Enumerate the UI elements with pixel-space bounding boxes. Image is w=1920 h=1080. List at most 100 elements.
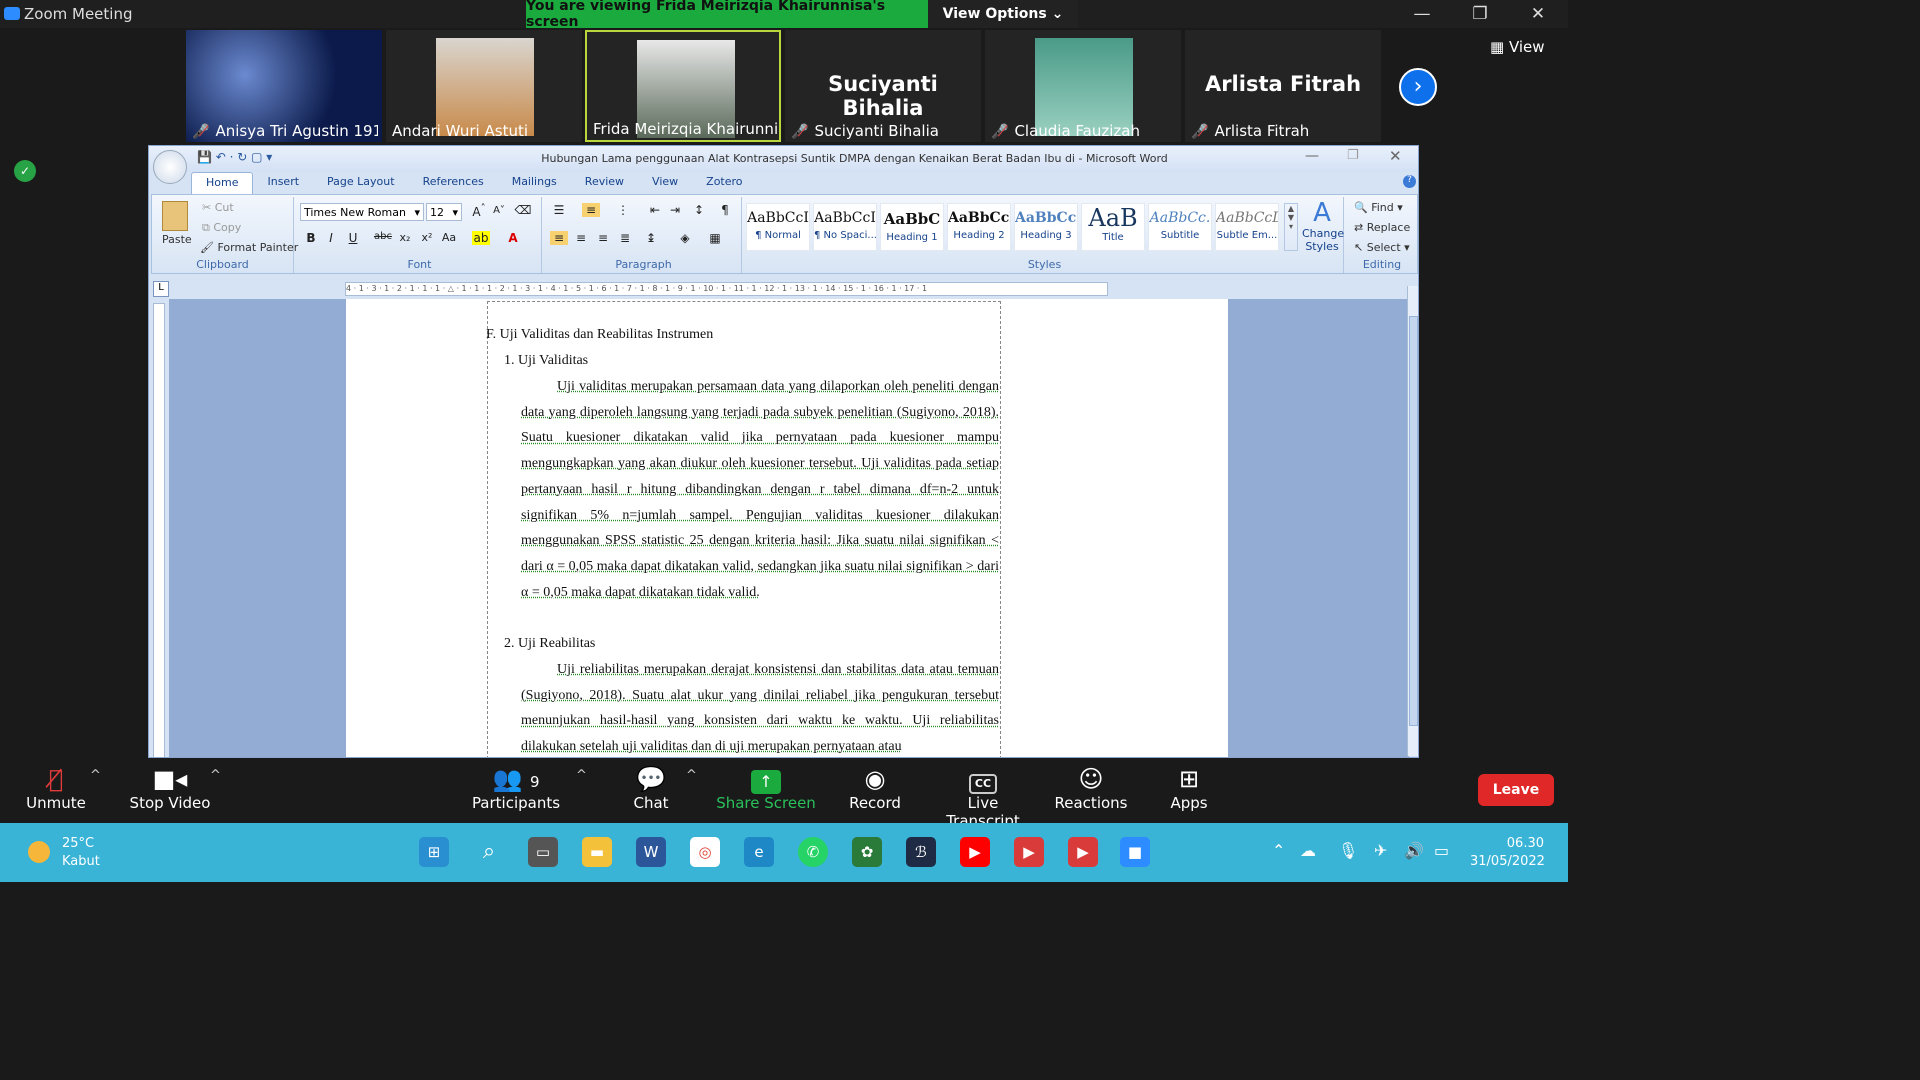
stop-video-button[interactable]: ■◂ Stop Video: [126, 764, 214, 812]
bullets-icon[interactable]: ☰: [550, 203, 568, 217]
shrink-font-icon[interactable]: A˅: [490, 205, 508, 216]
security-shield-icon[interactable]: ✓: [14, 160, 36, 182]
reactions-button[interactable]: ☺ Reactions: [1054, 764, 1128, 812]
participant-tile[interactable]: Suciyanti Bihalia 🎤̸ Suciyanti Bihalia: [785, 30, 981, 142]
volume-icon[interactable]: 🔊: [1404, 841, 1424, 860]
minimize-icon[interactable]: —: [1402, 3, 1442, 25]
highlight-icon[interactable]: ab: [472, 231, 490, 245]
numbering-icon[interactable]: ≡: [582, 203, 600, 217]
vertical-ruler-bar[interactable]: [153, 303, 165, 757]
tab-zotero[interactable]: Zotero: [692, 172, 756, 194]
task-view-icon[interactable]: ▭: [528, 837, 558, 867]
bold-icon[interactable]: B: [302, 231, 320, 245]
document-page[interactable]: F. Uji Validitas dan Reabilitas Instrume…: [346, 299, 1228, 757]
record-button[interactable]: ◉ Record: [846, 764, 904, 812]
participant-tile[interactable]: 🎤̸ Claudia Fauzizah: [985, 30, 1181, 142]
font-color-icon[interactable]: A: [504, 231, 522, 245]
youtube-icon[interactable]: ▶: [960, 837, 990, 867]
file-explorer-icon[interactable]: ▬: [582, 837, 612, 867]
participant-tile[interactable]: 🎤̸Anisya Tri Agustin 191...: [186, 30, 382, 142]
apps-button[interactable]: ⊞ Apps: [1164, 764, 1214, 812]
participants-caret[interactable]: ^: [576, 768, 587, 783]
onedrive-icon[interactable]: ☁: [1300, 841, 1316, 860]
word-restore-icon[interactable]: ❐: [1347, 148, 1359, 163]
line-spacing-icon[interactable]: ↨: [642, 231, 660, 245]
microphone-icon[interactable]: 🎙: [1338, 841, 1358, 860]
sort-icon[interactable]: ↕: [690, 203, 708, 217]
superscript-icon[interactable]: x²: [418, 231, 436, 244]
tray-chevron-up-icon[interactable]: ⌃: [1272, 841, 1285, 860]
video-options-caret[interactable]: ^: [210, 768, 221, 783]
change-case-icon[interactable]: Aa: [440, 231, 458, 244]
find-button[interactable]: 🔍 Find ▾: [1354, 201, 1403, 214]
scroll-thumb[interactable]: [1409, 316, 1418, 726]
align-left-icon[interactable]: ≡: [550, 231, 568, 245]
tab-home[interactable]: Home: [191, 172, 254, 194]
view-options-button[interactable]: View Options ⌄: [928, 0, 1078, 28]
style-heading-2[interactable]: AaBbCcI Heading 2: [947, 203, 1011, 251]
style-title[interactable]: AaB Title: [1081, 203, 1145, 251]
zoom-taskbar-icon[interactable]: ■: [1120, 837, 1150, 867]
share-screen-button[interactable]: ↑ Share Screen: [716, 764, 816, 812]
replace-button[interactable]: ⇄ Replace: [1354, 221, 1410, 234]
weather-icon[interactable]: [28, 841, 50, 863]
italic-icon[interactable]: I: [322, 231, 340, 245]
tab-insert[interactable]: Insert: [253, 172, 313, 194]
font-size-select[interactable]: 12 ▾: [426, 203, 462, 221]
leave-button[interactable]: Leave: [1478, 774, 1554, 806]
search-icon[interactable]: ⌕: [474, 837, 504, 867]
video-app-icon-2[interactable]: ▶: [1068, 837, 1098, 867]
ruler-bar[interactable]: 4 · 1 · 3 · 1 · 2 · 1 · 1 · 1 · △ · 1 · …: [345, 282, 1108, 296]
borders-icon[interactable]: ▦: [706, 231, 724, 245]
app-icon-2[interactable]: ℬ: [906, 837, 936, 867]
show-formatting-icon[interactable]: ¶: [716, 203, 734, 217]
restore-icon[interactable]: ❐: [1460, 3, 1500, 25]
grow-font-icon[interactable]: A˄: [470, 203, 488, 219]
video-app-icon[interactable]: ▶: [1014, 837, 1044, 867]
style-no-spacing[interactable]: AaBbCcI ¶ No Spaci...: [813, 203, 877, 251]
quick-access-toolbar[interactable]: 💾 ↶ · ↻ ▢ ▾: [197, 150, 272, 164]
clock[interactable]: 06.30 31/05/2022: [1470, 835, 1545, 871]
styles-scroll[interactable]: ▲ ▼ ▾: [1284, 203, 1298, 251]
subscript-icon[interactable]: x₂: [396, 231, 414, 244]
start-icon[interactable]: ⊞: [419, 837, 449, 867]
style-subtle-emphasis[interactable]: AaBbCcD Subtle Em...: [1215, 203, 1279, 251]
tab-review[interactable]: Review: [571, 172, 638, 194]
cut-button[interactable]: ✂ Cut: [202, 201, 234, 214]
tab-references[interactable]: References: [409, 172, 498, 194]
app-icon[interactable]: ✿: [852, 837, 882, 867]
increase-indent-icon[interactable]: ⇥: [666, 203, 684, 217]
participant-tile[interactable]: Arlista Fitrah 🎤̸ Arlista Fitrah: [1185, 30, 1381, 142]
tab-mailings[interactable]: Mailings: [498, 172, 571, 194]
chat-caret[interactable]: ^: [686, 768, 697, 783]
clear-formatting-icon[interactable]: ⌫: [514, 203, 532, 217]
paste-button[interactable]: Paste: [162, 233, 192, 246]
audio-options-caret[interactable]: ^: [90, 768, 101, 783]
edge-icon[interactable]: e: [744, 837, 774, 867]
strikethrough-icon[interactable]: abc: [374, 231, 392, 242]
participants-button[interactable]: 👥 9 Participants: [470, 764, 562, 812]
font-name-select[interactable]: Times New Roman ▾: [300, 203, 424, 221]
select-button[interactable]: ↖ Select ▾: [1354, 241, 1410, 254]
align-right-icon[interactable]: ≡: [594, 231, 612, 245]
shading-icon[interactable]: ◈: [676, 231, 694, 245]
word-close-icon[interactable]: ✕: [1389, 147, 1402, 165]
word-minimize-icon[interactable]: —: [1305, 148, 1319, 164]
style-heading-3[interactable]: AaBbCcI Heading 3: [1014, 203, 1078, 251]
help-icon[interactable]: ?: [1403, 175, 1416, 188]
multilevel-list-icon[interactable]: ⋮: [614, 203, 632, 217]
whatsapp-icon[interactable]: ✆: [798, 837, 828, 867]
tab-selector-icon[interactable]: L: [153, 281, 169, 297]
participant-tile-active-speaker[interactable]: Frida Meirizqia Khairunni...: [585, 30, 781, 142]
weather-widget[interactable]: 25°C Kabut: [62, 835, 100, 871]
vertical-scrollbar[interactable]: [1407, 286, 1418, 756]
battery-icon[interactable]: ▭: [1434, 841, 1449, 860]
participant-tile[interactable]: Andari Wuri Astuti: [386, 30, 582, 142]
underline-icon[interactable]: U: [344, 231, 362, 245]
tab-page-layout[interactable]: Page Layout: [313, 172, 409, 194]
style-normal[interactable]: AaBbCcI ¶ Normal: [746, 203, 810, 251]
word-app-icon[interactable]: W: [636, 837, 666, 867]
format-painter-button[interactable]: 🖌 Format Painter: [200, 241, 298, 254]
style-heading-1[interactable]: AaBbC Heading 1: [880, 203, 944, 251]
chrome-icon[interactable]: ◎: [690, 837, 720, 867]
